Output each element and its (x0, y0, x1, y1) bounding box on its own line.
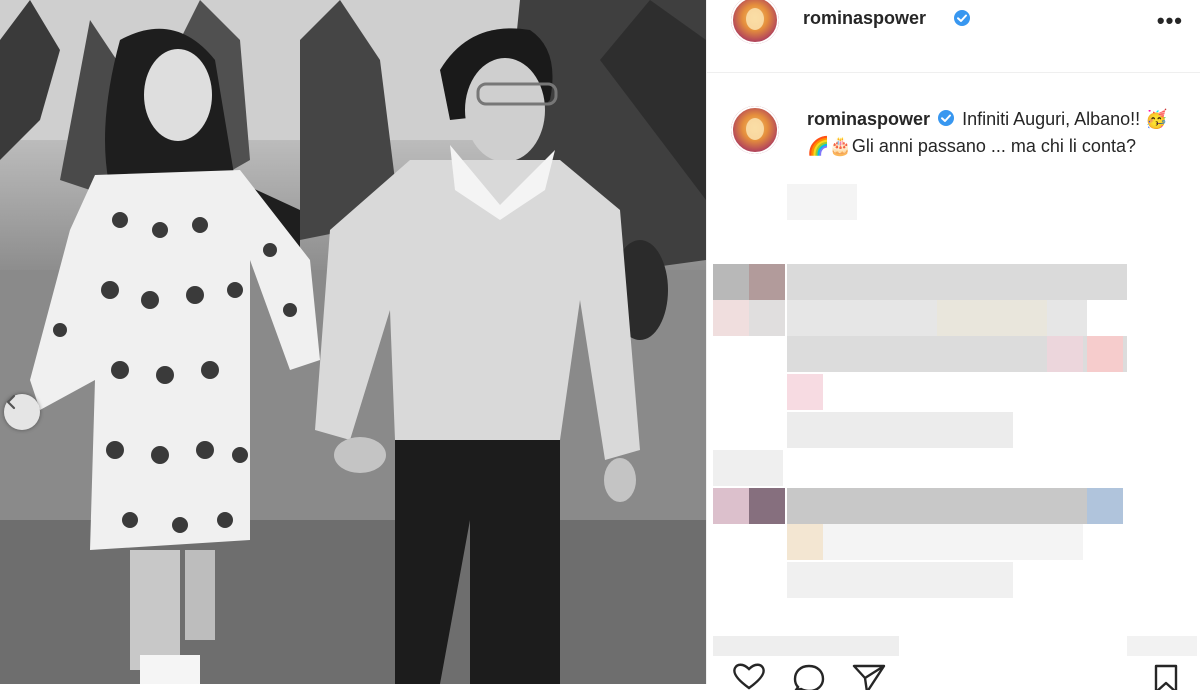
photo-illustration (0, 0, 706, 684)
pixelated-comments (707, 180, 1200, 660)
comment-icon[interactable] (791, 662, 827, 690)
post-header: rominaspower ••• (707, 0, 1200, 73)
verified-badge-icon (954, 10, 970, 26)
more-options-icon[interactable]: ••• (1157, 8, 1183, 34)
caption-username[interactable]: rominaspower (807, 109, 930, 129)
heart-icon[interactable] (731, 662, 767, 690)
bookmark-icon[interactable] (1151, 662, 1181, 690)
chevron-left-icon (6, 394, 16, 410)
previous-photo-button[interactable] (4, 394, 40, 430)
send-icon[interactable] (851, 662, 887, 690)
avatar[interactable] (731, 0, 779, 44)
post-actions (707, 656, 1200, 690)
post-details-panel: rominaspower ••• rominaspower Infiniti A… (706, 0, 1200, 690)
post-photo[interactable] (0, 0, 706, 684)
post-caption: rominaspower Infiniti Auguri, Albano!! 🥳… (807, 106, 1177, 160)
verified-badge-icon (938, 110, 955, 126)
caption-avatar[interactable] (731, 106, 779, 154)
username-link[interactable]: rominaspower (803, 8, 926, 29)
